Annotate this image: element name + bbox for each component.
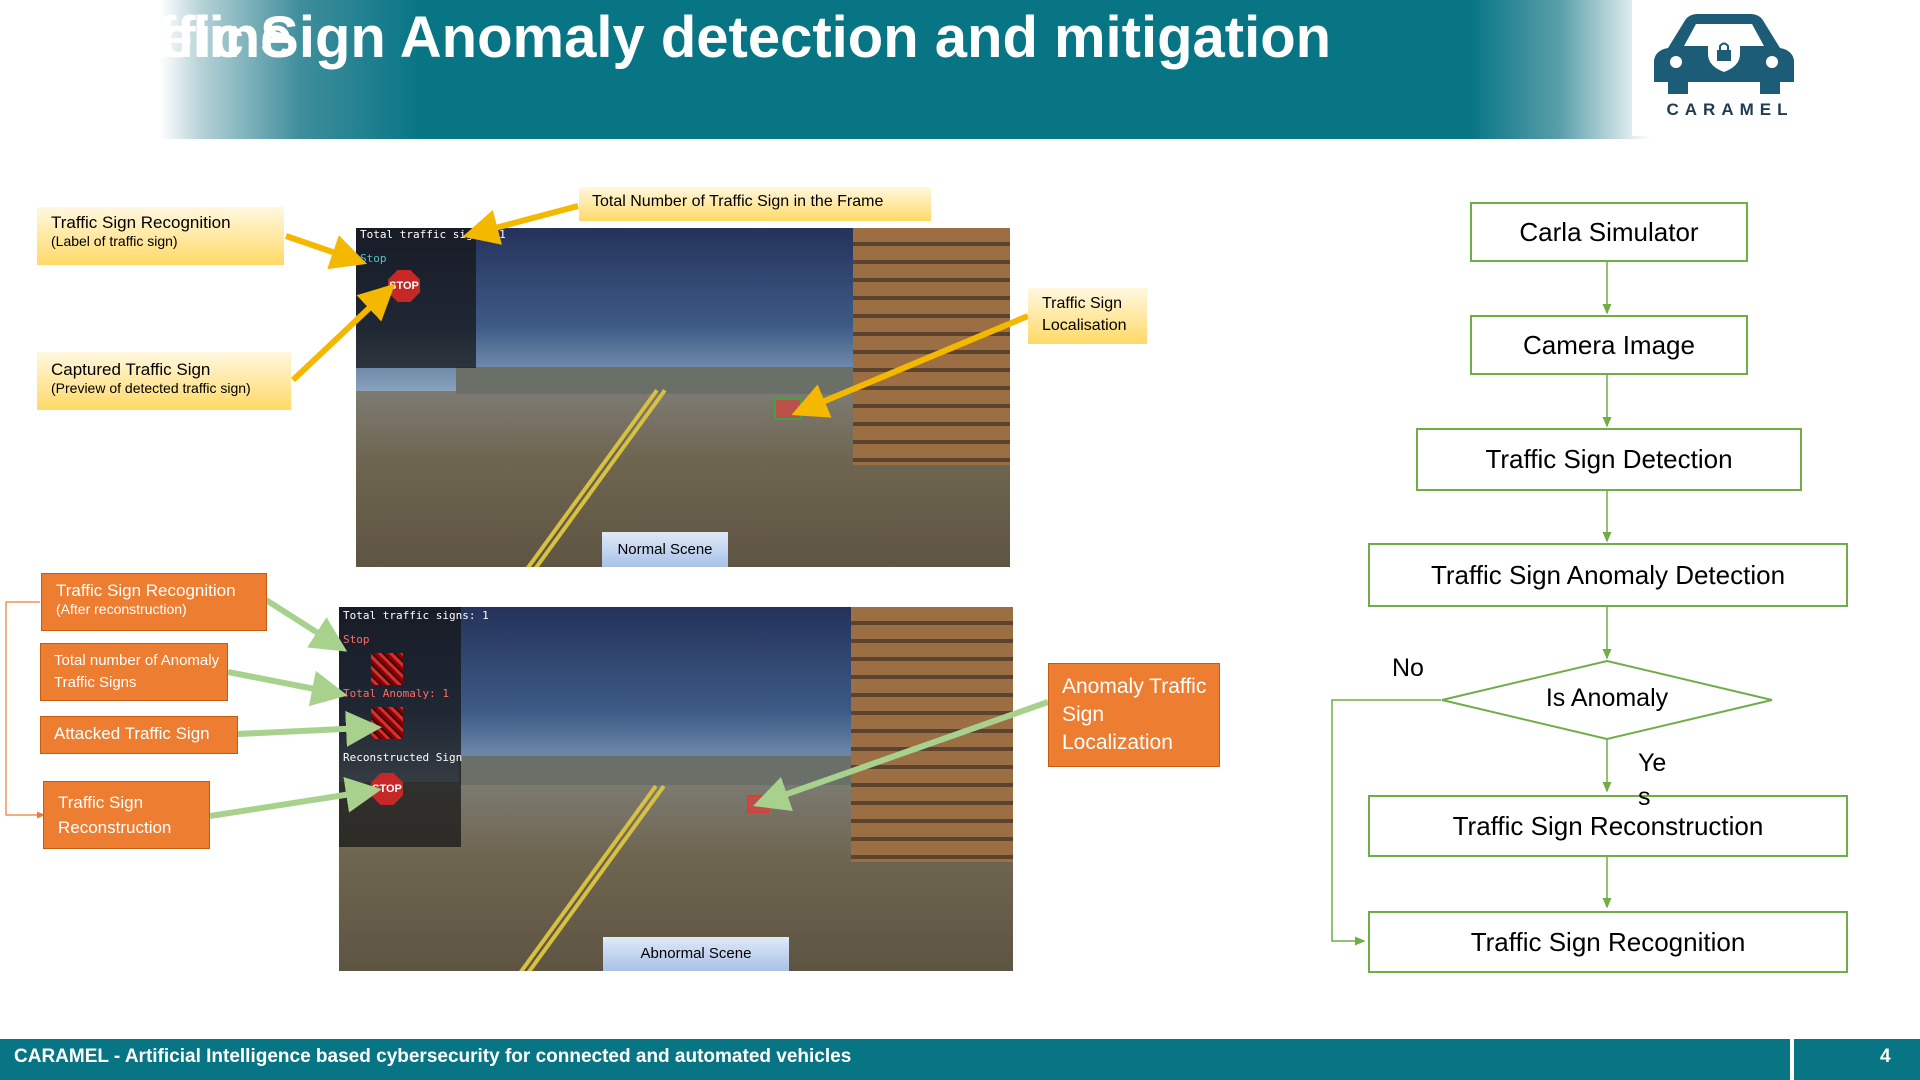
building [853, 228, 1010, 466]
flow-step-recognition: Traffic Sign Recognition [1368, 911, 1848, 973]
label-main: Traffic Sign Recognition [56, 581, 236, 600]
label-anomaly-localization: Anomaly Traffic Sign Localization [1048, 663, 1220, 767]
label-sub: (Preview of detected traffic sign) [51, 380, 251, 396]
label-traffic-sign-recognition: Traffic Sign Recognition (Label of traff… [37, 207, 284, 265]
arrow-recognition-after [264, 597, 348, 652]
overlay-sign-label: Stop [343, 633, 370, 646]
title-line-2: Pipeline [70, 5, 293, 70]
overlay-panel [356, 228, 476, 368]
label-recognition-after-reconstruction: Traffic Sign Recognition (After reconstr… [41, 573, 267, 631]
label-main: Total Number of Traffic Sign in the Fram… [592, 193, 884, 210]
label-sub: (Label of traffic sign) [51, 233, 178, 249]
label-captured-traffic-sign: Captured Traffic Sign (Preview of detect… [37, 352, 291, 410]
label-main: Traffic Sign Recognition [51, 213, 231, 232]
flow-step-carla-simulator: Carla Simulator [1470, 202, 1748, 262]
building [851, 607, 1013, 862]
label-traffic-sign-reconstruction: Traffic Sign Reconstruction [43, 781, 210, 849]
flow-step-traffic-sign-detection: Traffic Sign Detection [1416, 428, 1802, 491]
orange-bracket [5, 601, 46, 819]
overlay-total-anomaly: Total Anomaly: 1 [343, 687, 449, 700]
flow-label-no: No [1392, 654, 1424, 682]
overlay-total-signs: Total traffic signs: 1 [343, 609, 489, 622]
overlay-total-signs: Total traffic signs: 1 [360, 228, 506, 241]
label-attacked-traffic-sign: Attacked Traffic Sign [40, 716, 238, 754]
label-main: Captured Traffic Sign [51, 360, 211, 379]
flow-decision-is-anomaly: Is Anomaly [1545, 684, 1669, 712]
arrow-recognition [285, 233, 368, 270]
label-main: Traffic Sign Localisation [1042, 295, 1127, 334]
label-traffic-sign-localisation: Traffic Sign Localisation [1028, 288, 1147, 344]
label-total-anomaly-signs: Total number of Anomaly Traffic Signs [40, 643, 228, 701]
arrow-total-anomaly [227, 669, 348, 707]
footer-text: CARAMEL - Artificial Intelligence based … [14, 1046, 852, 1067]
logo-wordmark: CARAMEL [1666, 100, 1794, 119]
label-main: Traffic Sign Reconstruction [58, 793, 172, 837]
overlay-sign-label: Stop [360, 252, 387, 265]
label-sub: (After reconstruction) [56, 601, 187, 617]
page-number: 4 [1880, 1046, 1891, 1067]
flow-step-anomaly-detection: Traffic Sign Anomaly Detection [1368, 543, 1848, 607]
attacked-sign-preview [371, 653, 403, 685]
footer-separator [1790, 1039, 1794, 1080]
flow-label-yes: Ye [1638, 749, 1667, 777]
overlay-reconstructed-label: Reconstructed Sign [343, 751, 463, 764]
flow-label-yes-wrap: s [1638, 783, 1651, 811]
sign-bounding-box [774, 398, 802, 420]
slide-title: Traffic Sign Anomaly detection and mitig… [0, 0, 1620, 139]
label-main: Attacked Traffic Sign [54, 724, 210, 743]
flow-step-reconstruction: Traffic Sign Reconstruction [1368, 795, 1848, 857]
normal-scene-screenshot: Total traffic signs: 1 Stop STOP Normal … [356, 228, 1010, 567]
abnormal-scene-caption: Abnormal Scene [603, 937, 789, 971]
overpass [459, 756, 859, 786]
flow-step-camera-image: Camera Image [1470, 315, 1748, 375]
anomaly-bounding-box [747, 795, 769, 813]
label-main: Anomaly Traffic Sign Localization [1062, 675, 1207, 754]
attacked-sign-crop [371, 707, 403, 739]
abnormal-scene-screenshot: Total traffic signs: 1 Stop Total Anomal… [339, 607, 1013, 971]
label-main: Total number of Anomaly Traffic Signs [54, 652, 220, 691]
label-total-number-in-frame: Total Number of Traffic Sign in the Fram… [579, 187, 931, 221]
normal-scene-caption: Normal Scene [602, 532, 728, 567]
